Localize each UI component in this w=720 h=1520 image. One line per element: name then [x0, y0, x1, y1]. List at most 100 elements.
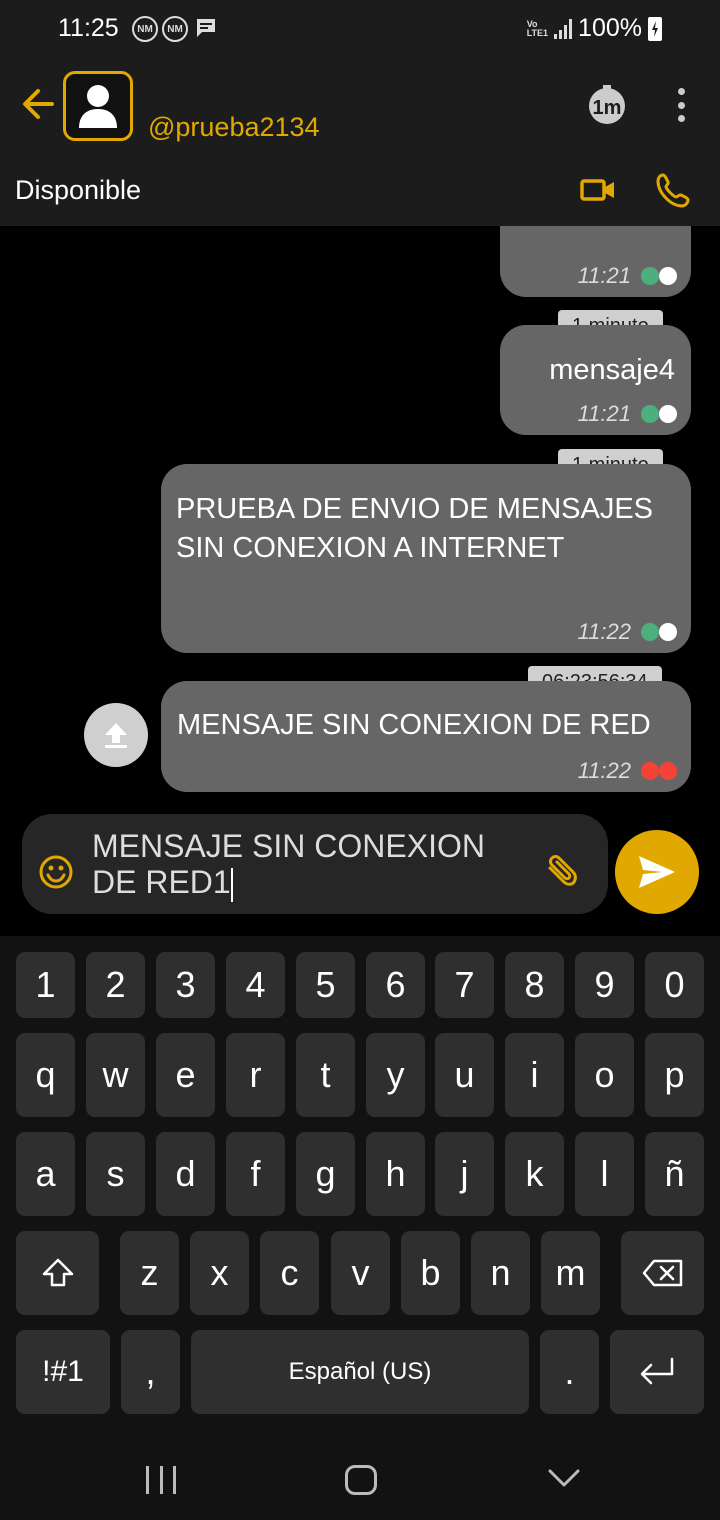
key-6[interactable]: 6	[366, 952, 425, 1018]
voice-call-icon[interactable]	[656, 172, 692, 208]
key-g[interactable]: g	[296, 1132, 355, 1216]
video-call-icon[interactable]	[580, 176, 616, 204]
key-e[interactable]: e	[156, 1033, 215, 1117]
nm-notification-icon: NM	[162, 16, 188, 42]
nm-notification-icon: NM	[132, 16, 158, 42]
key-a[interactable]: a	[16, 1132, 75, 1216]
message-meta: 11:22	[578, 758, 677, 784]
signal-icon	[554, 18, 573, 39]
key-1[interactable]: 1	[16, 952, 75, 1018]
key-x[interactable]: x	[190, 1231, 249, 1315]
space-key[interactable]: Español (US)	[191, 1330, 529, 1414]
enter-key[interactable]	[610, 1330, 704, 1414]
disappearing-timer-icon[interactable]: 1m	[586, 84, 628, 126]
key-w[interactable]: w	[86, 1033, 145, 1117]
key-u[interactable]: u	[435, 1033, 494, 1117]
message-time: 11:21	[577, 401, 631, 426]
key-j[interactable]: j	[435, 1132, 494, 1216]
attachment-clip-icon[interactable]	[542, 854, 582, 890]
key-p[interactable]: p	[645, 1033, 704, 1117]
message-text: MENSAJE SIN CONEXION DE RED	[177, 709, 651, 741]
message-text: mensaje4	[549, 354, 675, 386]
key-7[interactable]: 7	[435, 952, 494, 1018]
message-input[interactable]: MENSAJE SIN CONEXION DE RED1	[92, 828, 532, 902]
contact-status: Disponible	[15, 175, 142, 205]
more-options-icon[interactable]	[666, 88, 696, 122]
key-r[interactable]: r	[226, 1033, 285, 1117]
system-indicators: Vo LTE1 100%	[527, 14, 662, 43]
timer-label: 1m	[593, 97, 622, 119]
message-time: 11:22	[577, 619, 631, 644]
key-m[interactable]: m	[541, 1231, 600, 1315]
key-q[interactable]: q	[16, 1033, 75, 1117]
status-dot-icon	[659, 267, 677, 285]
recent-apps-icon[interactable]	[146, 1466, 176, 1494]
key-l[interactable]: l	[575, 1132, 634, 1216]
key-f[interactable]: f	[226, 1132, 285, 1216]
battery-charging-icon	[648, 16, 662, 41]
key-0[interactable]: 0	[645, 952, 704, 1018]
key-i[interactable]: i	[505, 1033, 564, 1117]
status-dot-icon	[641, 405, 659, 423]
shift-arrow-icon	[42, 1258, 73, 1287]
key-9[interactable]: 9	[575, 952, 634, 1018]
message-bubble[interactable]: MENSAJE SIN CONEXION DE RED 11:22	[161, 681, 691, 792]
message-time: 11:21	[577, 263, 631, 288]
message-meta: 11:22	[578, 619, 677, 645]
system-nav-bar	[0, 1428, 720, 1520]
message-composer[interactable]: MENSAJE SIN CONEXION DE RED1	[22, 814, 608, 914]
home-icon[interactable]	[345, 1465, 377, 1495]
send-button[interactable]	[615, 830, 699, 914]
key-s[interactable]: s	[86, 1132, 145, 1216]
enter-return-icon	[640, 1357, 674, 1385]
key-z[interactable]: z	[120, 1231, 179, 1315]
key-y[interactable]: y	[366, 1033, 425, 1117]
shift-key[interactable]	[16, 1231, 99, 1315]
key-2[interactable]: 2	[86, 952, 145, 1018]
backspace-key[interactable]	[621, 1231, 704, 1315]
message-bubble[interactable]: mensaje3 11:21	[500, 226, 691, 297]
contact-avatar[interactable]	[63, 71, 133, 141]
key-h[interactable]: h	[366, 1132, 425, 1216]
message-input-value: MENSAJE SIN CONEXION DE RED1	[92, 828, 485, 900]
emoji-icon[interactable]	[38, 854, 74, 890]
status-dot-icon	[641, 623, 659, 641]
user-silhouette-icon	[79, 85, 117, 128]
message-meta: 11:21	[578, 401, 677, 427]
message-list[interactable]: mensaje3 11:21 1 minuto mensaje4 11:21 1…	[0, 226, 720, 806]
message-notification-icon	[197, 19, 215, 37]
status-dot-icon	[659, 623, 677, 641]
key-o[interactable]: o	[575, 1033, 634, 1117]
message-text: mensaje3	[549, 226, 675, 229]
key-n-tilde[interactable]: ñ	[645, 1132, 704, 1216]
failed-dot-icon	[659, 762, 677, 780]
key-d[interactable]: d	[156, 1132, 215, 1216]
key-3[interactable]: 3	[156, 952, 215, 1018]
contact-username[interactable]: @prueba2134	[148, 112, 320, 143]
key-c[interactable]: c	[260, 1231, 319, 1315]
key-b[interactable]: b	[401, 1231, 460, 1315]
battery-percent: 100%	[578, 14, 642, 42]
key-4[interactable]: 4	[226, 952, 285, 1018]
message-bubble[interactable]: PRUEBA DE ENVIO DE MENSAJES SIN CONEXION…	[161, 464, 691, 653]
symbols-key[interactable]: !#1	[16, 1330, 110, 1414]
failed-dot-icon	[641, 762, 659, 780]
comma-key[interactable]: ,	[121, 1330, 180, 1414]
message-text: PRUEBA DE ENVIO DE MENSAJES SIN CONEXION…	[176, 493, 654, 564]
back-arrow-icon[interactable]	[18, 84, 58, 124]
back-chevron-icon[interactable]	[547, 1466, 581, 1490]
status-dot-icon	[659, 405, 677, 423]
key-5[interactable]: 5	[296, 952, 355, 1018]
chat-header: @prueba2134 1m Disponible	[0, 60, 720, 226]
period-key[interactable]: .	[540, 1330, 599, 1414]
key-k[interactable]: k	[505, 1132, 564, 1216]
key-n[interactable]: n	[471, 1231, 530, 1315]
key-8[interactable]: 8	[505, 952, 564, 1018]
message-bubble[interactable]: mensaje4 11:21	[500, 325, 691, 435]
key-t[interactable]: t	[296, 1033, 355, 1117]
backspace-icon	[642, 1259, 682, 1287]
message-meta: 11:21	[578, 263, 677, 289]
retry-upload-button[interactable]	[84, 703, 148, 767]
text-cursor	[230, 867, 233, 902]
key-v[interactable]: v	[331, 1231, 390, 1315]
